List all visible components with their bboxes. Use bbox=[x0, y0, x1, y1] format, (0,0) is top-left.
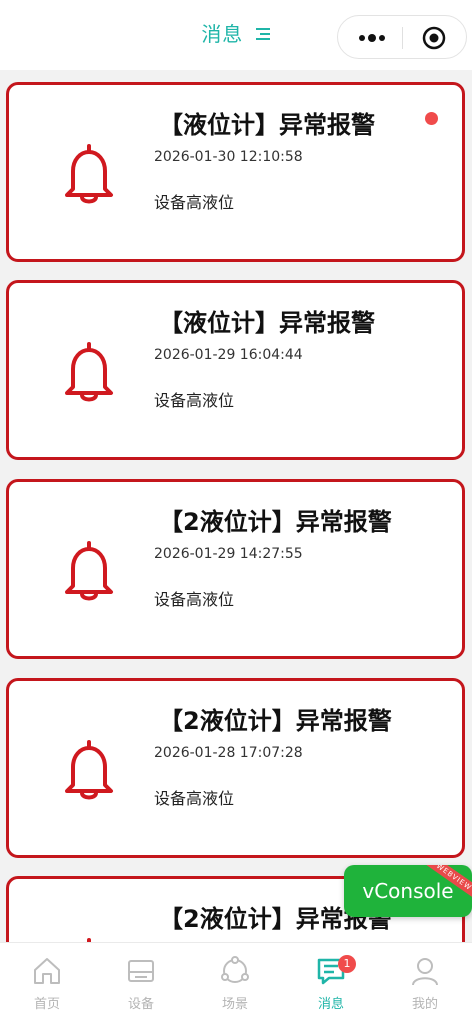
bell-icon bbox=[65, 342, 113, 402]
tab-label: 场景 bbox=[221, 997, 248, 1012]
message-time: 2026-01-29 16:04:44 bbox=[154, 347, 303, 363]
tab-message[interactable]: 1 消息 bbox=[284, 943, 378, 1020]
tab-device[interactable]: 设备 bbox=[94, 943, 188, 1020]
menu-icon[interactable] bbox=[255, 27, 271, 41]
tab-home[interactable]: 首页 bbox=[0, 943, 94, 1020]
tab-mine[interactable]: 我的 bbox=[378, 943, 472, 1020]
message-desc: 设备高液位 bbox=[154, 193, 235, 212]
bell-icon bbox=[65, 541, 113, 601]
message-time: 2026-01-28 17:07:28 bbox=[154, 745, 303, 761]
more-icon[interactable] bbox=[356, 30, 388, 46]
message-card[interactable]: 【液位计】异常报警 2026-01-30 12:10:58 设备高液位 bbox=[6, 82, 465, 262]
scene-icon bbox=[221, 956, 249, 983]
miniprogram-capsule bbox=[337, 15, 467, 59]
unread-badge: 1 bbox=[338, 955, 356, 973]
page-title-text: 消息 bbox=[201, 22, 244, 46]
tab-scene[interactable]: 场景 bbox=[188, 943, 282, 1020]
message-title: 【2液位计】异常报警 bbox=[159, 707, 392, 735]
close-miniprogram-icon[interactable] bbox=[422, 26, 446, 50]
message-title: 【液位计】异常报警 bbox=[159, 111, 375, 139]
message-time: 2026-01-29 14:27:55 bbox=[154, 546, 303, 562]
message-desc: 设备高液位 bbox=[154, 789, 235, 808]
message-card[interactable]: 【液位计】异常报警 2026-01-29 16:04:44 设备高液位 bbox=[6, 280, 465, 460]
user-icon bbox=[412, 958, 438, 986]
vconsole-label: vConsole bbox=[362, 879, 454, 903]
bell-icon bbox=[65, 740, 113, 800]
message-time: 2026-01-30 12:10:58 bbox=[154, 149, 303, 165]
message-title: 【2液位计】异常报警 bbox=[159, 508, 392, 536]
tab-label: 消息 bbox=[317, 997, 344, 1012]
tab-label: 我的 bbox=[411, 997, 438, 1012]
device-icon bbox=[128, 960, 154, 982]
message-desc: 设备高液位 bbox=[154, 590, 235, 609]
capsule-divider bbox=[402, 27, 403, 49]
tab-label: 设备 bbox=[127, 997, 154, 1012]
unread-dot bbox=[425, 112, 438, 125]
message-card[interactable]: 【2液位计】异常报警 2026-01-29 14:27:55 设备高液位 bbox=[6, 479, 465, 659]
message-list[interactable]: 【液位计】异常报警 2026-01-30 12:10:58 设备高液位 【液位计… bbox=[0, 70, 472, 942]
message-card[interactable]: 【2液位计】异常报警 2026-01-28 17:07:28 设备高液位 bbox=[6, 678, 465, 858]
home-icon bbox=[34, 958, 60, 984]
vconsole-button[interactable]: vConsole WEBVIEW bbox=[344, 865, 472, 917]
message-title: 【液位计】异常报警 bbox=[159, 309, 375, 337]
nav-header: 消息 bbox=[0, 0, 472, 70]
tab-label: 首页 bbox=[33, 997, 60, 1012]
app: 消息 【液位计】异常报警 2026-01-30 12:10:58 设备高液位 【… bbox=[0, 0, 472, 1020]
message-desc: 设备高液位 bbox=[154, 391, 235, 410]
bell-icon bbox=[65, 144, 113, 204]
tab-bar: 首页 设备 场景 1 消息 我的 bbox=[0, 942, 472, 1020]
